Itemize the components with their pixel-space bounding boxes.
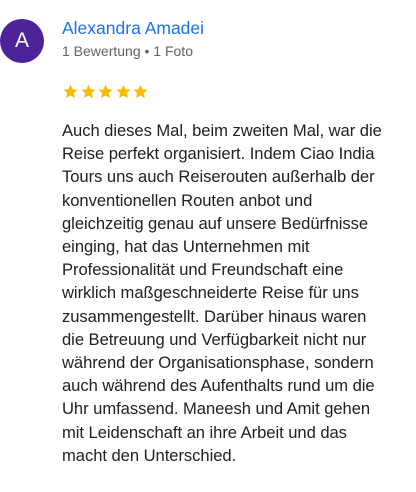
star-icon — [133, 84, 148, 98]
star-rating — [62, 83, 150, 103]
star-icon — [98, 84, 113, 98]
star-icon — [115, 84, 131, 98]
author-name-link[interactable]: Alexandra Amadei — [62, 17, 204, 39]
star-icon — [80, 84, 96, 98]
review-text: Auch dieses Mal, beim zweiten Mal, war d… — [62, 121, 382, 465]
star-icon — [63, 84, 78, 98]
author-meta: 1 Bewertung • 1 Foto — [62, 43, 193, 59]
avatar[interactable]: A — [0, 19, 44, 63]
